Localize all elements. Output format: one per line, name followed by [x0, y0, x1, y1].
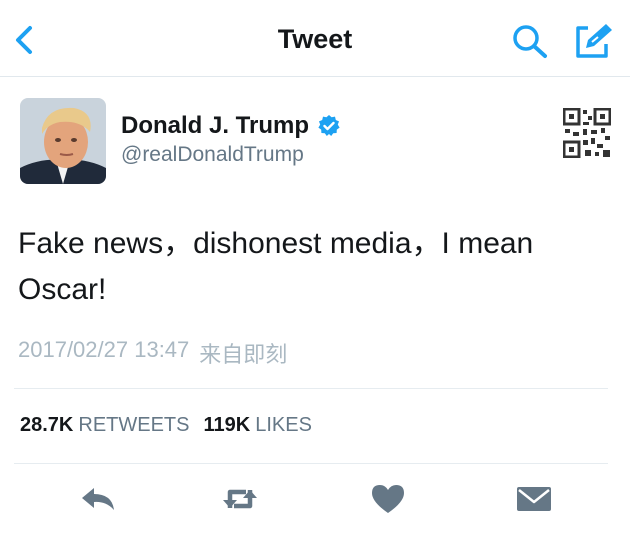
- search-icon: [513, 25, 547, 58]
- tweet-source: 来自即刻: [199, 342, 288, 367]
- retweet-icon: [223, 489, 257, 509]
- tweet-timestamp: 2017/02/27 13:47 来自即刻: [18, 337, 287, 369]
- likes-label: LIKES: [255, 414, 312, 436]
- retweets-count: 28.7K: [20, 414, 74, 436]
- reply-button[interactable]: [78, 482, 118, 516]
- like-button[interactable]: [368, 482, 408, 516]
- divider: [14, 463, 608, 464]
- avatar-image: [20, 98, 106, 184]
- tweet-date: 2017/02/27 13:47: [18, 337, 190, 362]
- reply-icon: [82, 488, 114, 510]
- qr-code-button[interactable]: [562, 107, 612, 159]
- retweet-button[interactable]: [220, 482, 260, 516]
- top-navigation-bar: Tweet: [0, 0, 630, 77]
- divider: [14, 388, 608, 389]
- verified-badge-icon: [318, 115, 340, 136]
- author-name[interactable]: Donald J. Trump: [121, 112, 341, 140]
- heart-icon: [372, 485, 404, 513]
- tweet-stats: 28.7K RETWEETS 119K LIKES: [20, 414, 312, 437]
- compose-icon: [576, 24, 612, 58]
- author-avatar[interactable]: [20, 98, 106, 184]
- compose-tweet-button[interactable]: [572, 20, 616, 62]
- direct-message-button[interactable]: [514, 482, 554, 516]
- envelope-icon: [517, 487, 551, 511]
- likes-stat[interactable]: 119K LIKES: [204, 414, 312, 437]
- author-name-text: Donald J. Trump: [121, 112, 310, 139]
- author-handle: @realDonaldTrump: [121, 143, 304, 166]
- qr-code-icon: [562, 107, 612, 159]
- retweets-label: RETWEETS: [78, 414, 190, 436]
- retweets-stat[interactable]: 28.7K RETWEETS: [20, 414, 190, 437]
- search-button[interactable]: [510, 22, 550, 60]
- likes-count: 119K: [203, 414, 251, 436]
- tweet-text: Fake news，dishonest media，I mean Oscar!: [18, 227, 534, 306]
